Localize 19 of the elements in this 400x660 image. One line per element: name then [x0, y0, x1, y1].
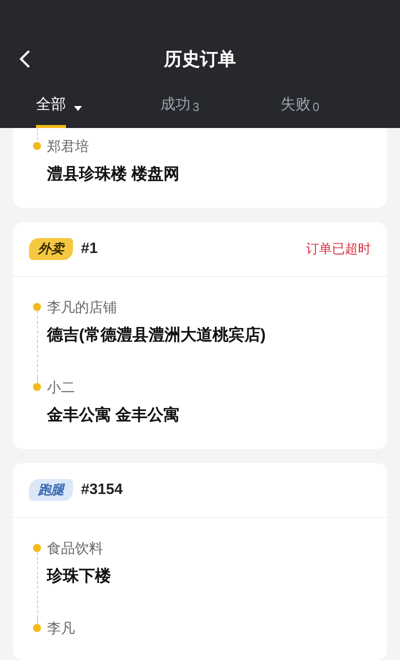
order-card[interactable]: 郑君培 澧县珍珠楼 楼盘网 — [13, 128, 387, 208]
stop-address: 澧县珍珠楼 楼盘网 — [47, 164, 180, 185]
order-number: #3154 — [81, 480, 123, 500]
stop-address: 珍珠下楼 — [47, 566, 111, 587]
order-status: 订单已超时 — [306, 240, 371, 258]
stop-address: 德吉(常德澧县澧洲大道桃宾店) — [47, 325, 266, 346]
stop-name: 食品饮料 — [47, 539, 104, 558]
filter-tab[interactable]: 全部 — [0, 86, 120, 128]
order-type-badge: 外卖 — [29, 238, 73, 260]
stop-name: 李凡的店铺 — [47, 298, 118, 317]
order-type-badge: 跑腿 — [29, 479, 73, 501]
stop-name: 郑君培 — [47, 137, 90, 156]
page-title: 历史订单 — [164, 48, 236, 70]
stop-name: 李凡 — [47, 619, 75, 638]
stop-name: 小二 — [47, 378, 76, 397]
order-card[interactable]: 跑腿 #3154 食品饮料 珍珠下楼 李凡 — [13, 463, 387, 660]
stop-address: 金丰公寓 金丰公寓 — [47, 405, 180, 426]
order-card[interactable]: 外卖 #1 订单已超时 李凡的店铺 德吉(常德澧县澧洲大道桃宾店) 小二 金丰公寓 金丰公寓 — [13, 222, 387, 449]
order-number: #1 — [81, 238, 98, 259]
